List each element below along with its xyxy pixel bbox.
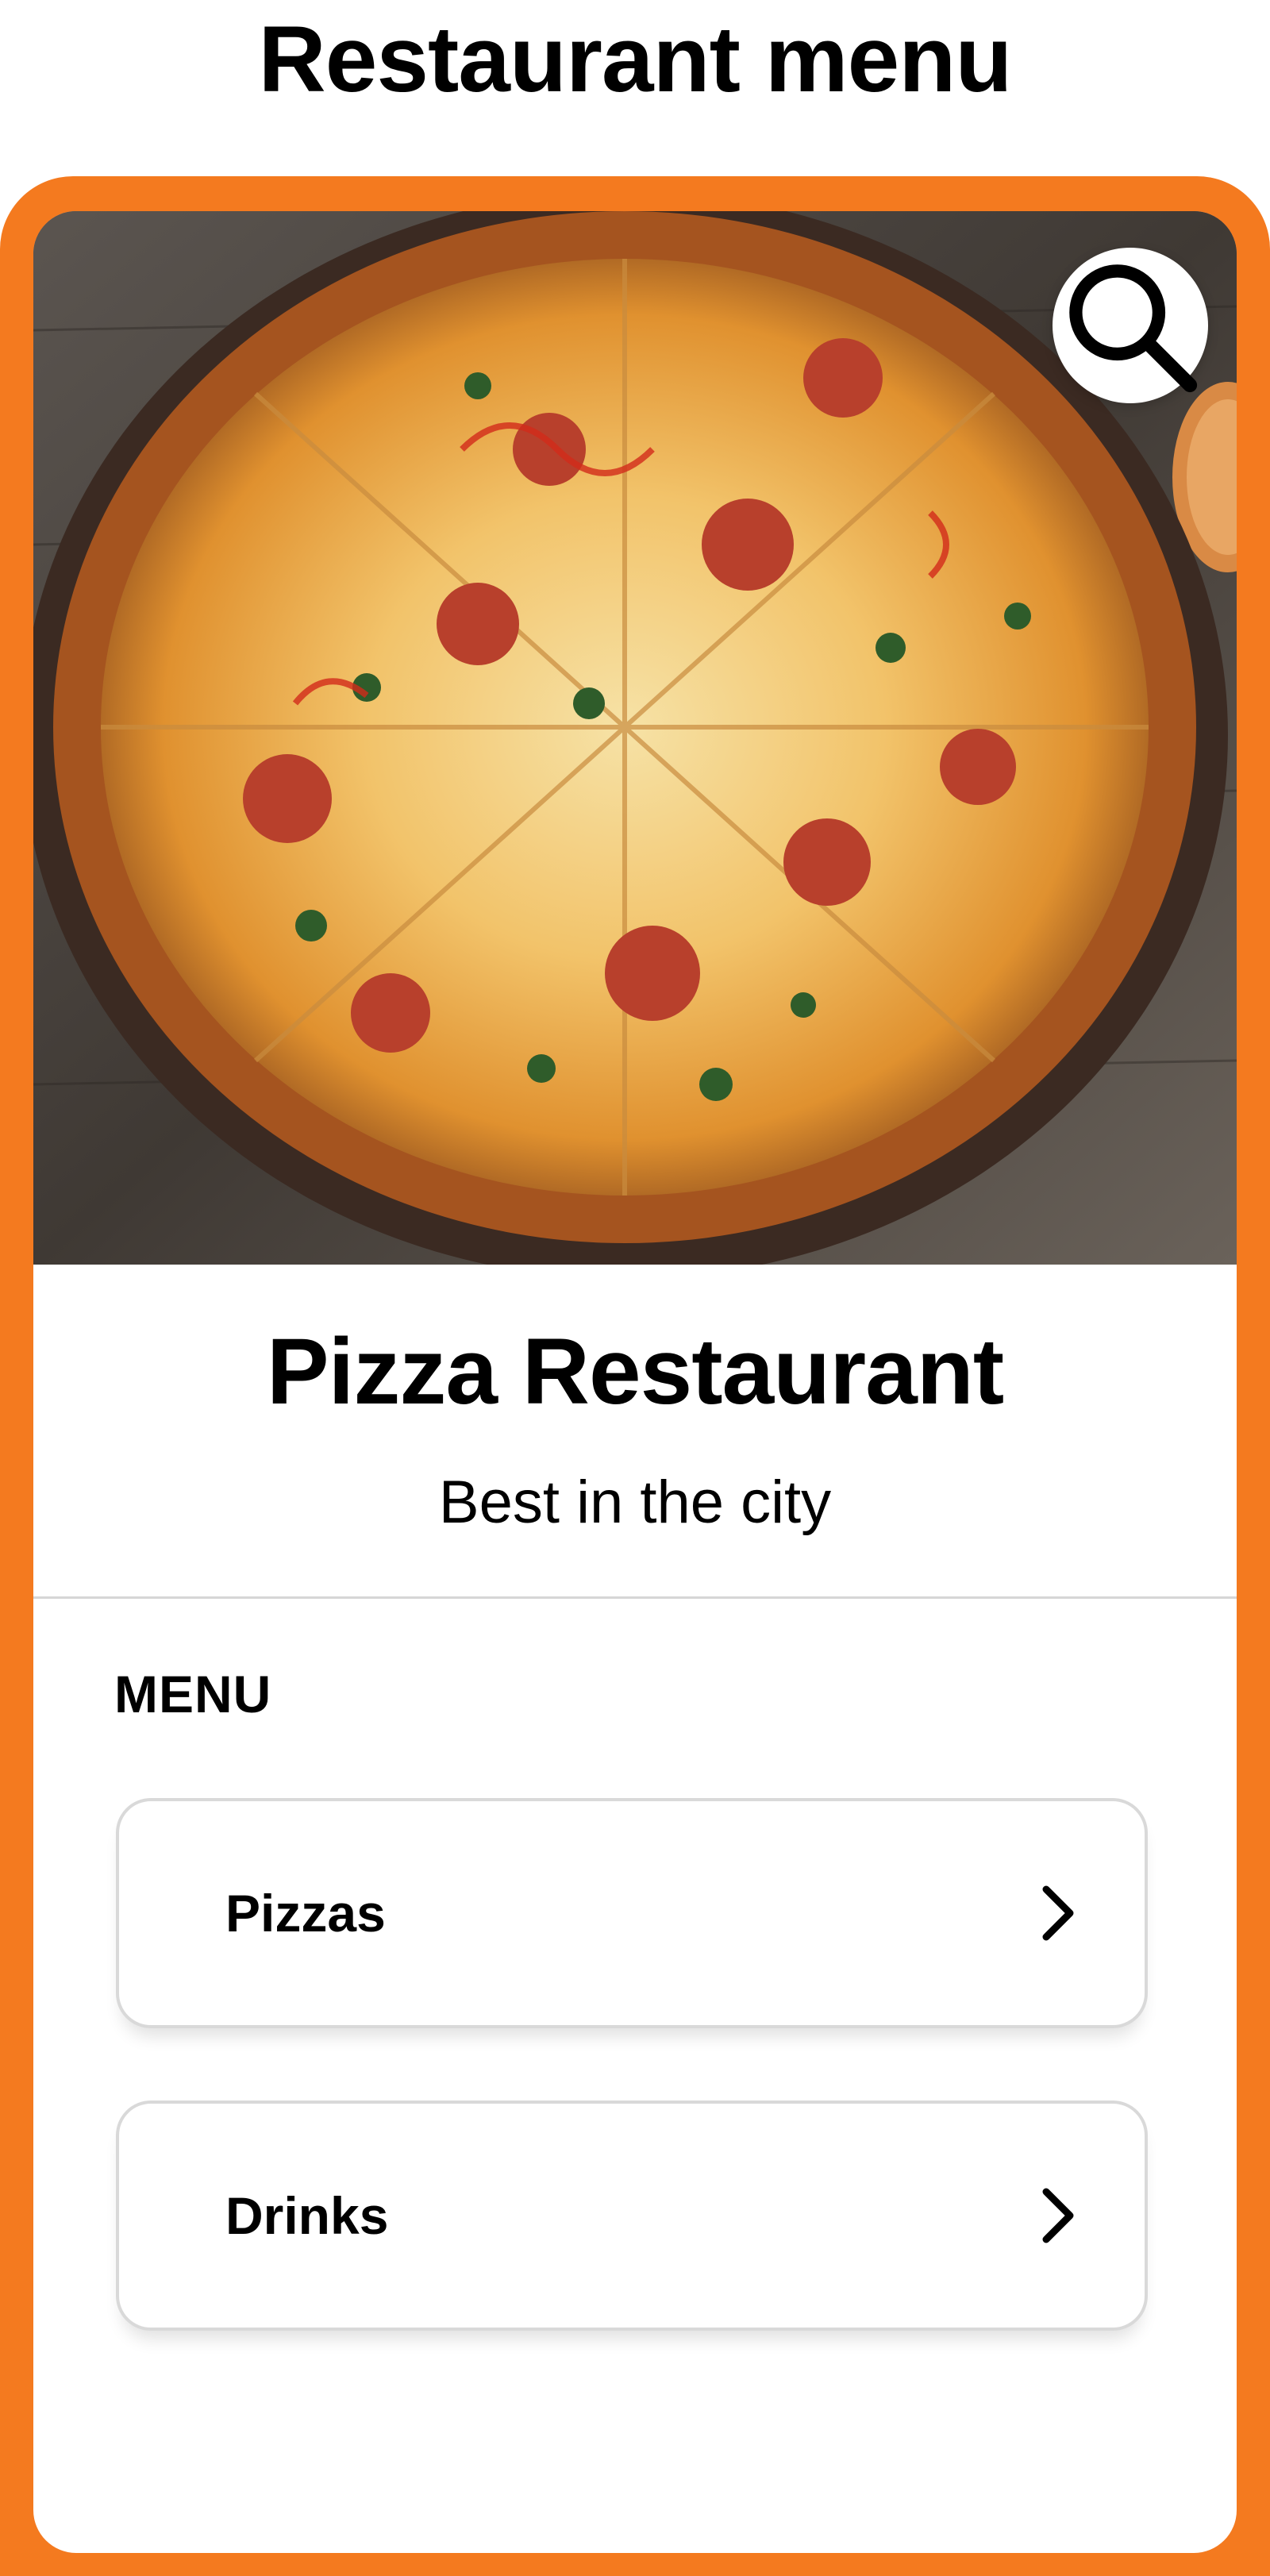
restaurant-info: Pizza Restaurant Best in the city [33,1265,1237,1599]
page-title: Restaurant menu [258,7,1013,112]
chevron-right-icon [1042,2188,1074,2243]
menu-item-label: Drinks [225,2186,389,2245]
chevron-right-icon [1042,1885,1074,1941]
restaurant-tagline: Best in the city [438,1469,832,1536]
menu-item-drinks[interactable]: Drinks [116,2100,1148,2331]
menu-item-pizzas[interactable]: Pizzas [116,1798,1148,2028]
hero-image [33,211,1237,1265]
search-icon [1069,264,1198,393]
menu-heading: MENU [114,1665,272,1723]
menu-item-label: Pizzas [225,1884,386,1943]
phone-screen: Pizza Restaurant Best in the city MENU P… [33,211,1237,2553]
phone-frame: Pizza Restaurant Best in the city MENU P… [0,176,1270,2576]
search-button[interactable] [1053,248,1208,403]
restaurant-name: Pizza Restaurant [266,1319,1004,1424]
